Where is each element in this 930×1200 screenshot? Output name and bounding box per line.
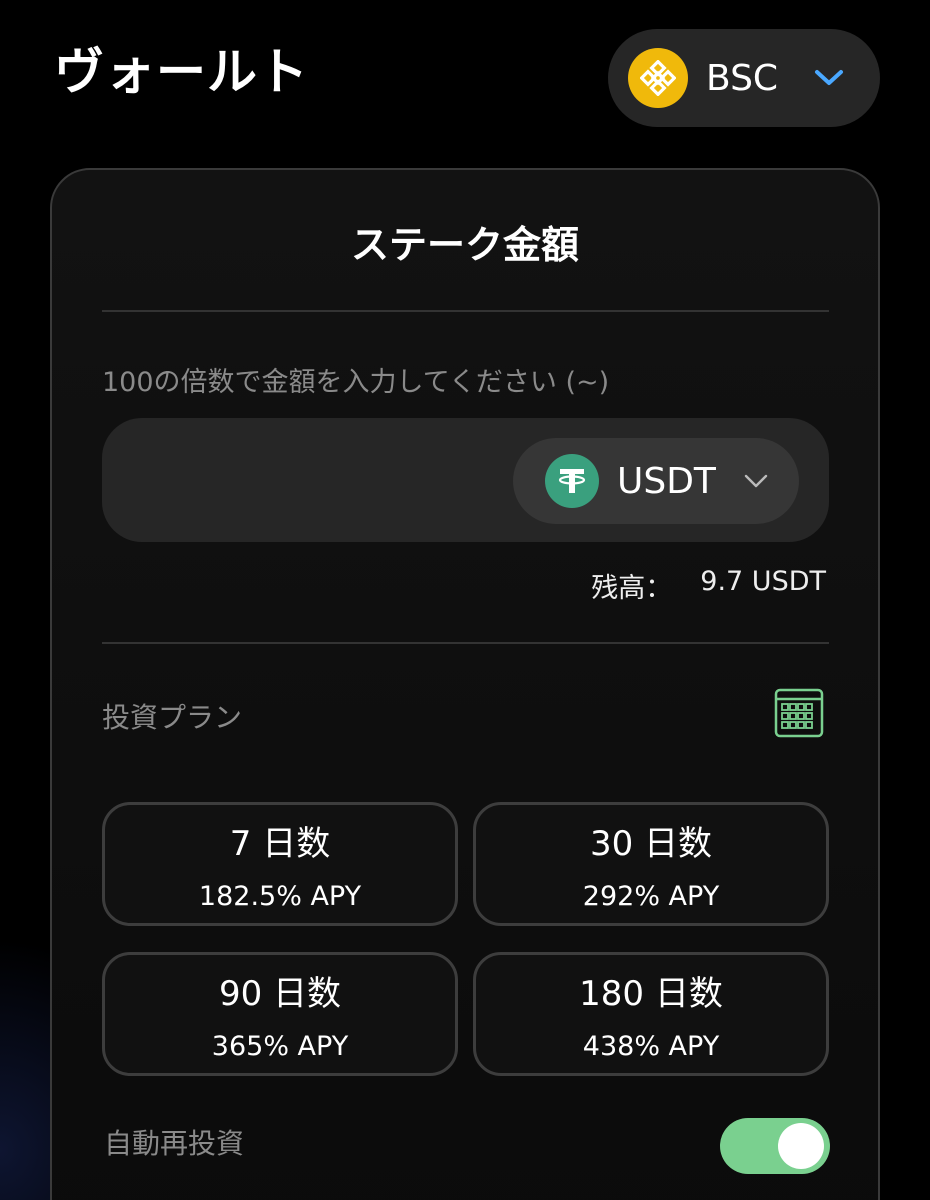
chain-label: BSC: [706, 57, 779, 99]
plan-days: 180 日数: [579, 974, 723, 1014]
plan-apy: 438% APY: [582, 1031, 720, 1062]
usdt-icon: [545, 454, 599, 508]
auto-reinvest-toggle[interactable]: [720, 1118, 830, 1174]
amount-input[interactable]: [132, 448, 492, 512]
stake-title: ステーク金額: [350, 223, 579, 267]
chevron-down-icon: [814, 69, 844, 87]
balance: 残高： 9.7 USDT: [591, 566, 826, 605]
divider: [102, 310, 829, 312]
toggle-knob: [778, 1123, 824, 1169]
auto-reinvest-label: 自動再投資: [104, 1127, 245, 1160]
plan-apy: 292% APY: [582, 881, 720, 912]
plan-option-180-days[interactable]: 180 日数 438% APY: [473, 952, 829, 1076]
plan-grid: 7 日数 182.5% APY 30 日数 292% APY 90 日数 365…: [102, 802, 829, 1076]
stake-card: ステーク金額 100の倍数で金額を入力してください (~) USDT 残高： 9…: [50, 168, 880, 1200]
token-label: USDT: [617, 460, 716, 502]
plan-option-30-days[interactable]: 30 日数 292% APY: [473, 802, 829, 926]
balance-label: 残高：: [591, 573, 673, 604]
investment-plan-label: 投資プラン: [102, 701, 243, 734]
vault-page: ヴォールト BSC ステーク金額 100の倍数で金額を入力してください (~): [0, 0, 930, 1200]
amount-hint: 100の倍数で金額を入力してください (~): [102, 367, 610, 398]
plan-apy: 182.5% APY: [198, 881, 362, 912]
chevron-down-icon: [744, 474, 768, 488]
amount-box: USDT: [102, 418, 829, 542]
page-title: ヴォールト: [54, 43, 309, 101]
plan-days: 7 日数: [229, 824, 331, 864]
plan-option-90-days[interactable]: 90 日数 365% APY: [102, 952, 458, 1076]
plan-days: 90 日数: [218, 974, 342, 1014]
divider: [102, 642, 829, 644]
plan-apy: 365% APY: [211, 1031, 349, 1062]
bnb-icon: [628, 48, 688, 108]
calendar-icon[interactable]: [774, 688, 824, 742]
chain-selector-button[interactable]: BSC: [608, 29, 880, 127]
balance-value: 9.7 USDT: [700, 566, 826, 597]
plan-option-7-days[interactable]: 7 日数 182.5% APY: [102, 802, 458, 926]
token-selector-button[interactable]: USDT: [513, 438, 799, 524]
plan-days: 30 日数: [589, 824, 713, 864]
